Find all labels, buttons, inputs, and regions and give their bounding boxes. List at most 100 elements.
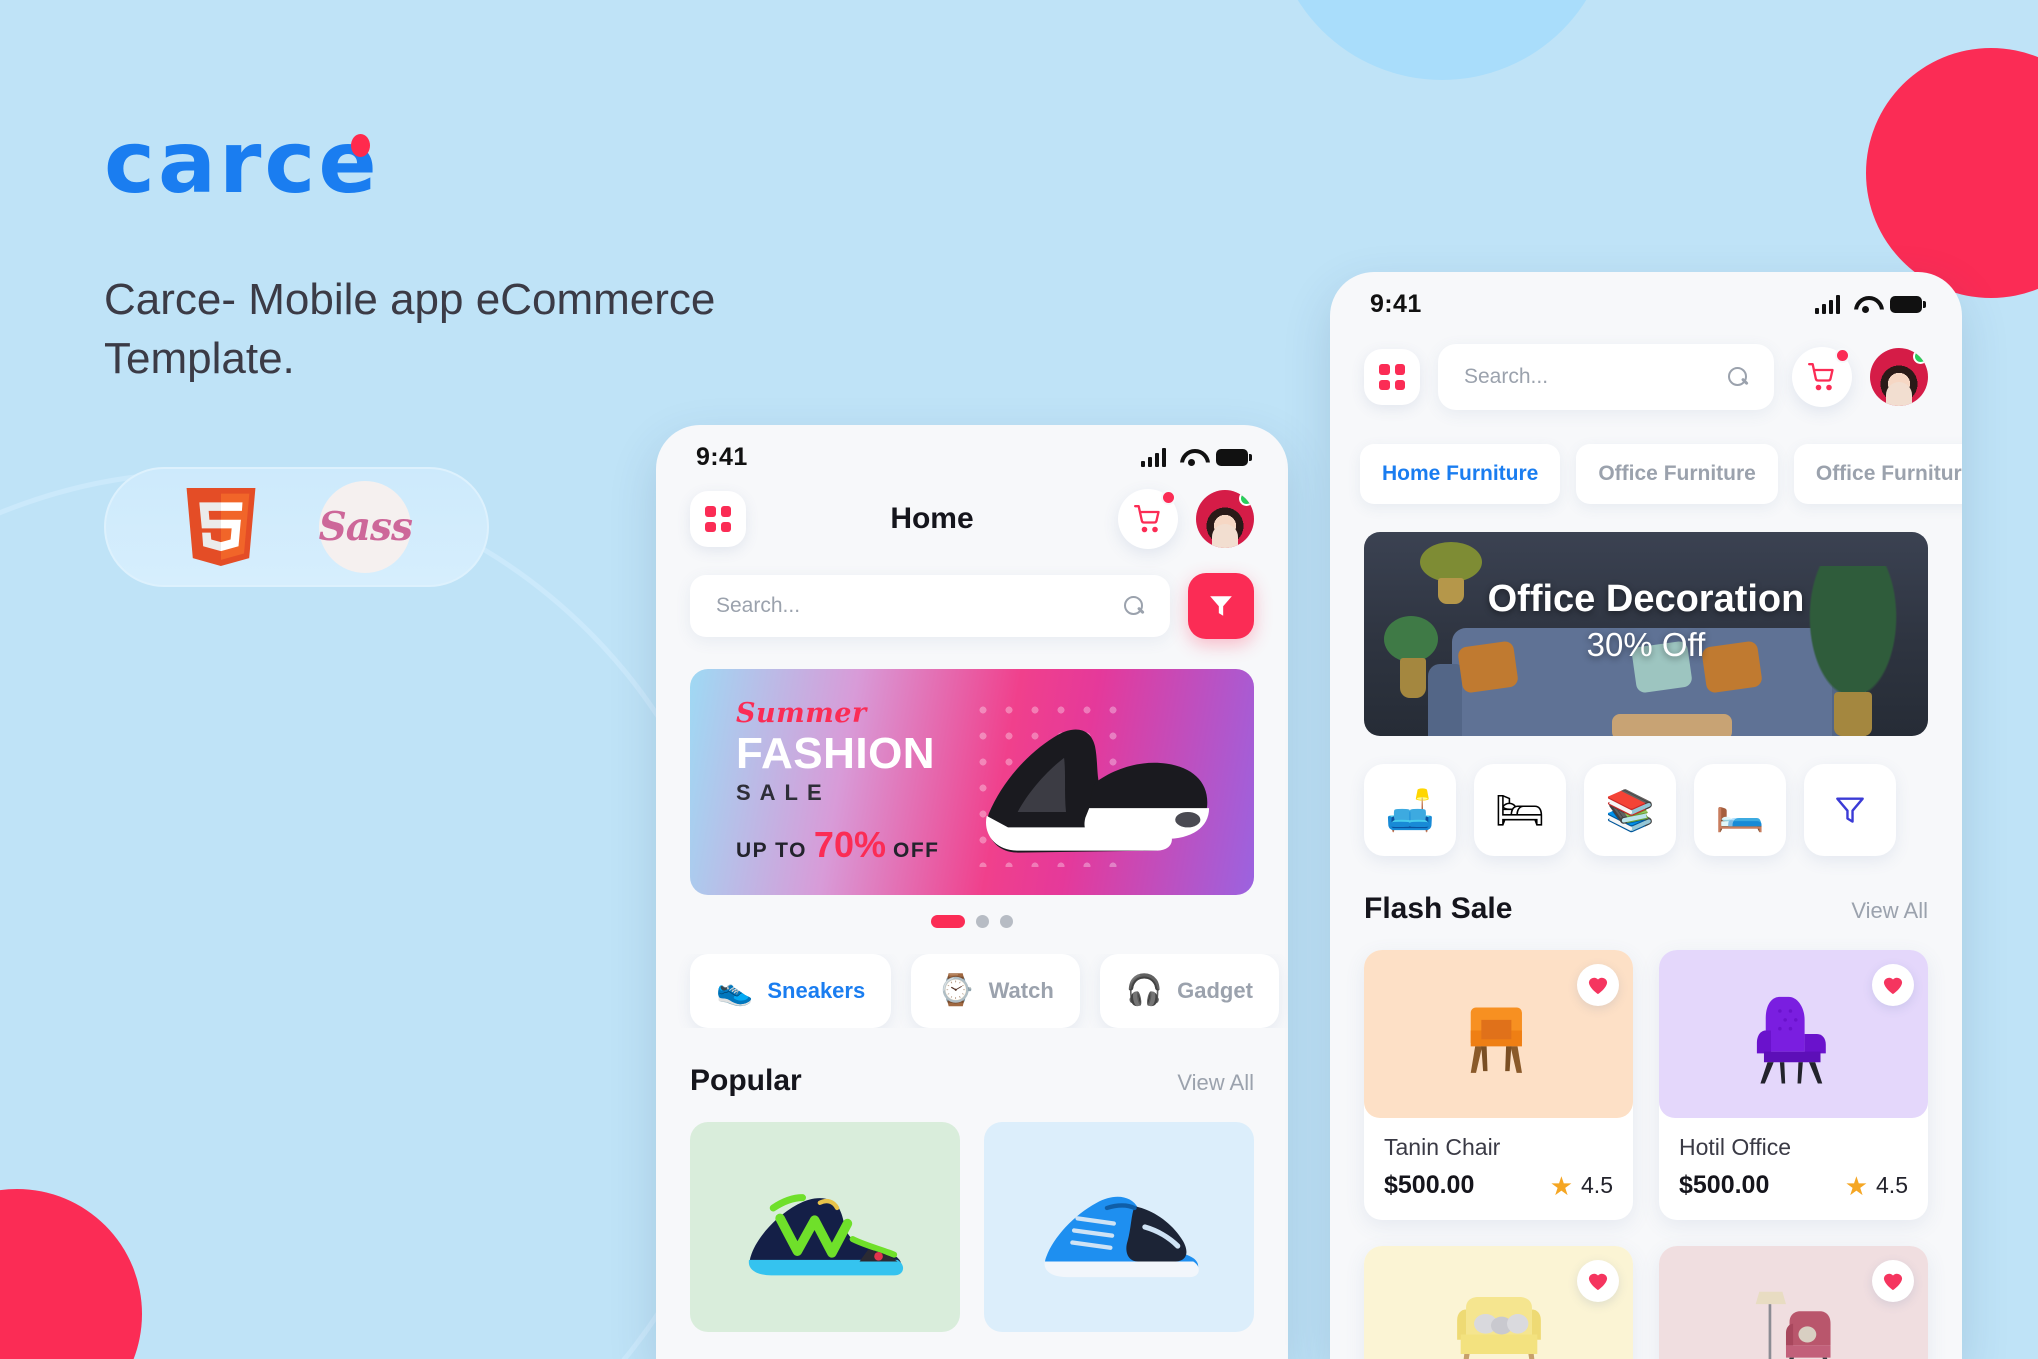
category-label: Sneakers [767,978,866,1003]
section-title: Flash Sale [1364,892,1513,925]
headphones-icon: 🎧 [1125,974,1164,1007]
product-card[interactable] [1659,1246,1928,1359]
promo-script-label: Summer [736,697,867,729]
cart-icon[interactable] [1792,347,1852,407]
product-image [1364,950,1633,1118]
product-info: Hotil Office $500.00 ★ 4.5 [1659,1118,1928,1220]
office-decoration-banner[interactable]: Office Decoration 30% Off [1364,532,1928,736]
page-title: Home [890,502,974,535]
search-input[interactable]: Search... [1438,344,1774,410]
bench-icon[interactable]: 🛏 [1474,764,1566,856]
view-all-link[interactable]: View All [1177,1070,1254,1096]
cart-badge [1161,490,1176,505]
pink-chair-lamp-image [1755,1291,1831,1359]
wifi-icon [1179,448,1203,466]
carousel-dots[interactable] [656,915,1288,928]
product-rating: ★ 4.5 [1550,1172,1613,1199]
promo-subtitle: SALE [736,780,831,806]
category-label: Gadget [1177,978,1253,1003]
product-image [1364,1246,1633,1359]
decor-arc-left [0,470,750,1359]
filter-icon [1210,596,1232,616]
flash-sale-header: Flash Sale View All [1330,892,1962,926]
bed-icon[interactable]: 🛏️ [1694,764,1786,856]
tab-office-furniture-1[interactable]: Office Furniture [1576,444,1778,504]
product-rating: ★ 4.5 [1845,1172,1908,1199]
search-input[interactable]: Search... [690,575,1170,637]
promo-title: FASHION [736,728,936,778]
search-placeholder: Search... [1464,365,1549,388]
app-header: Search... [1330,344,1962,410]
favorite-button[interactable] [1872,1260,1914,1302]
cart-glyph [1134,505,1160,533]
yellow-armchair-image [1456,1297,1541,1359]
product-name: Hotil Office [1679,1134,1792,1160]
view-all-link[interactable]: View All [1851,898,1928,924]
promo-upto: UP TO [736,839,807,863]
star-icon: ★ [1549,1170,1574,1201]
popular-section-header: Popular View All [656,1064,1288,1098]
category-chip-sneakers[interactable]: 👟 Sneakers [690,954,892,1028]
heart-icon [1588,1273,1608,1291]
banner-title: Office Decoration [1487,578,1805,620]
product-grid: Tanin Chair $500.00 ★ 4.5 Hotil Office $… [1330,950,1962,1359]
purple-wing-chair-image [1756,996,1826,1084]
section-title: Popular [690,1064,802,1097]
category-tabs[interactable]: Home Furniture Office Furniture Office F… [1330,444,1962,504]
orange-chair-image [1470,1007,1522,1073]
green-navy-sneaker-image [748,1194,904,1276]
battery-icon [1890,295,1926,313]
avatar[interactable] [1870,348,1928,406]
popular-card[interactable] [690,1122,960,1332]
avatar[interactable] [1196,490,1254,548]
cart-glyph [1808,363,1834,391]
bookshelf-icon[interactable]: 📚 [1584,764,1676,856]
promo-text: Summer FASHION SALE UP TO 70% OFF [690,698,939,866]
favorite-button[interactable] [1577,1260,1619,1302]
sneaker-image [986,729,1210,853]
category-chip-list[interactable]: 👟 Sneakers ⌚ Watch 🎧 Gadget 🎒 [656,954,1288,1028]
favorite-button[interactable] [1577,964,1619,1006]
coffee-table-image [1612,714,1732,736]
carousel-dot[interactable] [1000,915,1013,928]
grid-menu-icon[interactable] [1364,349,1420,405]
grid-menu-icon[interactable] [690,491,746,547]
decor-circle-top-right-red [1866,48,2038,298]
online-status-dot [1913,349,1928,364]
product-card[interactable]: Tanin Chair $500.00 ★ 4.5 [1364,950,1633,1220]
furniture-icon-row[interactable]: 🛋️ 🛏 📚 🛏️ [1330,764,1962,856]
product-card[interactable]: Hotil Office $500.00 ★ 4.5 [1659,950,1928,1220]
tab-office-furniture-2[interactable]: Office Furniture [1793,444,1962,504]
sass-wordmark: Sass [318,503,413,550]
status-bar: 9:41 [1330,272,1962,336]
product-image [1659,950,1928,1118]
filter-button[interactable] [1188,573,1254,639]
carousel-dot[interactable] [976,915,989,928]
promo-banner[interactable]: Summer FASHION SALE UP TO 70% OFF [690,669,1254,895]
search-placeholder: Search... [716,594,801,617]
popular-card[interactable] [984,1122,1254,1332]
filter-icon-button[interactable] [1804,764,1896,856]
decor-circle-top-blue [1272,0,1612,80]
logo-wordmark: carce [104,113,380,213]
phone-mockup-home: 9:41 Home Search... Summer FASHION SALE … [656,425,1288,1359]
wifi-icon [1853,295,1877,313]
sass-icon: Sass [318,480,413,573]
banner-subtitle: 30% Off [1586,626,1706,663]
favorite-button[interactable] [1872,964,1914,1006]
cart-icon[interactable] [1118,489,1178,549]
product-image [1659,1246,1928,1359]
category-chip-gadget[interactable]: 🎧 Gadget [1099,954,1279,1028]
tab-home-furniture[interactable]: Home Furniture [1360,444,1561,504]
product-price: $500.00 [1679,1171,1770,1199]
search-row: Search... [656,573,1288,639]
heart-icon [1588,977,1608,995]
product-card[interactable] [1364,1246,1633,1359]
carousel-dot-active[interactable] [931,915,965,928]
popular-grid [656,1122,1288,1332]
status-bar: 9:41 [656,425,1288,489]
category-chip-watch[interactable]: ⌚ Watch [911,954,1080,1028]
product-meta: $500.00 ★ 4.5 [1384,1171,1613,1200]
armchair-icon[interactable]: 🛋️ [1364,764,1456,856]
cart-badge [1835,348,1850,363]
